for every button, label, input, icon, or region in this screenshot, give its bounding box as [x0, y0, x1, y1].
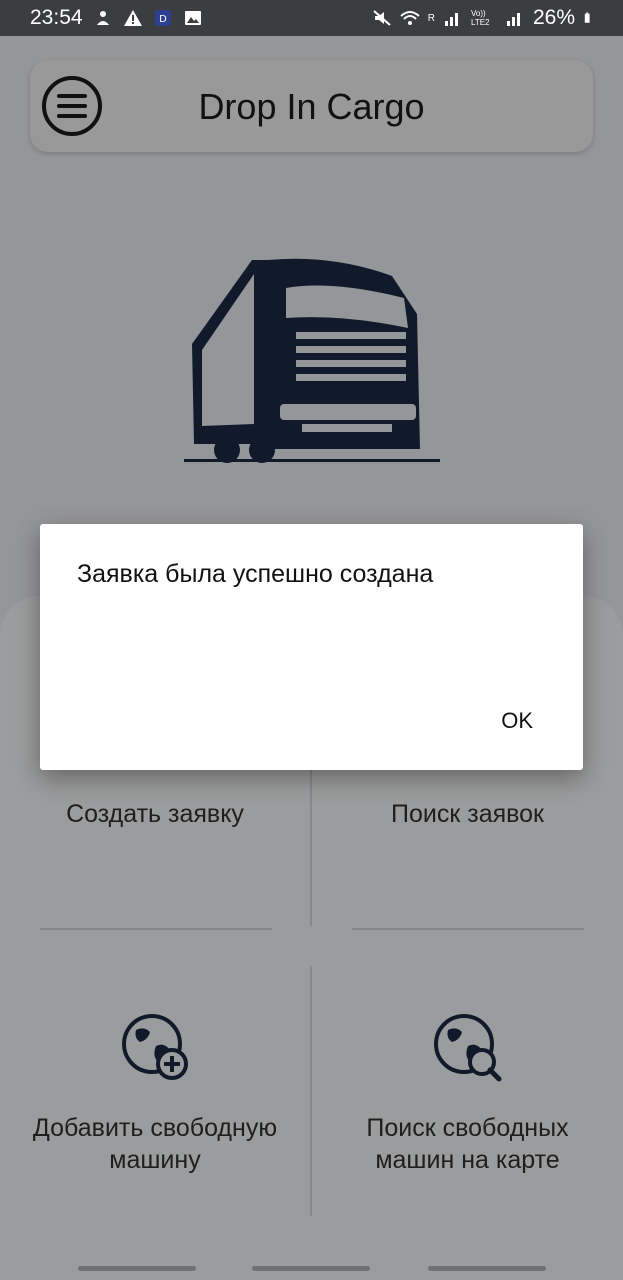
image-icon: [184, 11, 201, 25]
status-time: 23:54: [30, 6, 83, 29]
battery-percent: 26%: [532, 6, 575, 29]
status-bar-right: R Vo)) LTE2 26%: [372, 6, 623, 30]
signal-icon: [444, 13, 458, 26]
mute-icon: [373, 10, 391, 26]
svg-text:D: D: [159, 14, 167, 25]
status-bar-left: 23:54 D: [0, 6, 203, 30]
warning-icon: [123, 10, 142, 26]
app-icon: D: [154, 10, 171, 26]
success-dialog: Заявка была успешно создана OK: [40, 524, 583, 770]
signal-icon-2: [506, 13, 520, 26]
wifi-icon: [400, 11, 420, 25]
ok-button[interactable]: OK: [501, 708, 533, 734]
battery-icon: [584, 12, 590, 23]
dialog-message: Заявка была успешно создана: [77, 560, 434, 588]
hand-icon: [96, 11, 109, 25]
network-label-volte: Vo)) LTE2: [470, 9, 490, 27]
status-bar: 23:54 D R Vo)) LTE2 26%: [0, 0, 623, 36]
network-label-r: R: [427, 12, 435, 24]
